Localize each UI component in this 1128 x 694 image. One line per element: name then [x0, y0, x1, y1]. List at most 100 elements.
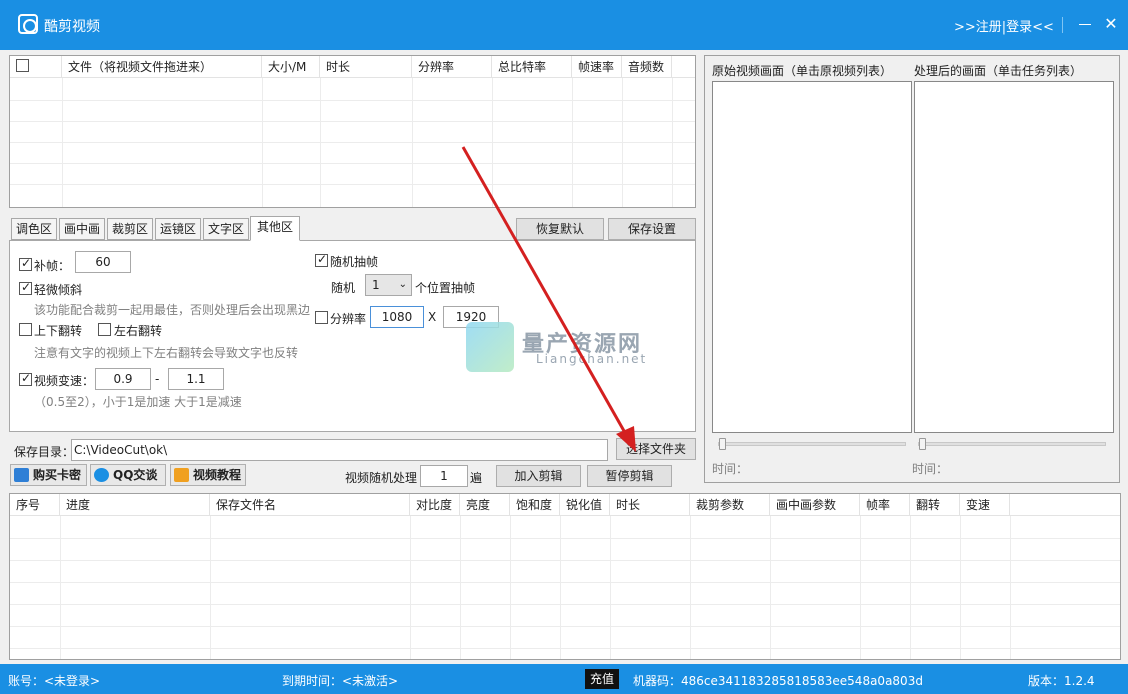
tab-pip[interactable]: 画中画 — [59, 218, 105, 240]
col-brightness[interactable]: 亮度 — [460, 494, 510, 516]
flip-horizontal-label: 左右翻转 — [114, 324, 163, 338]
tab-other[interactable]: 其他区 — [250, 216, 300, 241]
col-bitrate[interactable]: 总比特率 — [492, 56, 572, 78]
file-select-all-cell — [10, 56, 62, 78]
recharge-button[interactable]: 充值 — [585, 669, 620, 689]
col-flip[interactable]: 翻转 — [910, 494, 960, 516]
col-line — [492, 78, 493, 207]
tab-text[interactable]: 文字区 — [203, 218, 249, 240]
col-resolution[interactable]: 分辨率 — [412, 56, 492, 78]
resolution-checkbox[interactable] — [315, 311, 328, 324]
choose-folder-button[interactable]: 选择文件夹 — [616, 438, 696, 460]
fill-frame-label: 补帧： — [34, 259, 71, 273]
col-size[interactable]: 大小/M — [262, 56, 320, 78]
original-time-label: 时间： — [712, 462, 749, 476]
processed-preview[interactable] — [914, 81, 1114, 433]
row-line — [10, 648, 1120, 649]
random-process-input[interactable]: 1 — [420, 465, 468, 487]
expire-status: 到期时间：<未激活> — [282, 674, 399, 688]
original-preview[interactable] — [712, 81, 912, 433]
col-file[interactable]: 文件（将视频文件拖进来） — [62, 56, 262, 78]
col-line — [770, 516, 771, 659]
col-line — [320, 78, 321, 207]
random-drop-checkbox[interactable] — [315, 252, 328, 267]
col-progress[interactable]: 进度 — [60, 494, 210, 516]
video-tutorial-label: 视频教程 — [193, 468, 242, 482]
col-line — [410, 516, 411, 659]
col-speed[interactable]: 变速 — [960, 494, 1010, 516]
slight-tilt-label: 轻微倾斜 — [34, 283, 83, 297]
watermark-logo-icon — [466, 322, 514, 372]
save-dir-input[interactable]: C:\VideoCut\ok\ — [71, 439, 608, 461]
resolution-width-input[interactable]: 1080 — [370, 306, 424, 328]
flip-horizontal-checkbox[interactable] — [98, 323, 111, 336]
col-audio[interactable]: 音频数 — [622, 56, 672, 78]
col-line — [560, 516, 561, 659]
random-process-unit: 遍 — [470, 471, 483, 485]
speed-min-input[interactable]: 0.9 — [95, 368, 151, 390]
slight-tilt-checkbox[interactable] — [19, 280, 32, 295]
row-line — [10, 163, 695, 164]
chevron-down-icon: ⌄ — [398, 279, 407, 290]
video-tutorial-button[interactable]: 视频教程 — [170, 464, 246, 486]
app-title: 酷剪视频 — [44, 19, 100, 35]
col-framerate[interactable]: 帧率 — [860, 494, 910, 516]
minimize-button[interactable] — [1076, 12, 1094, 36]
col-line — [960, 516, 961, 659]
qq-chat-button[interactable]: QQ交谈 — [90, 464, 166, 486]
login-link[interactable]: >>注册|登录<< — [954, 16, 1054, 35]
tab-crop[interactable]: 裁剪区 — [107, 218, 153, 240]
resolution-label: 分辨率 — [330, 312, 367, 326]
task-table[interactable]: 序号 进度 保存文件名 对比度 亮度 饱和度 锐化值 时长 裁剪参数 画中画参数… — [9, 493, 1121, 660]
random-drop-suffix: 个位置抽帧 — [415, 281, 476, 295]
col-line — [62, 78, 63, 207]
col-crop-params[interactable]: 裁剪参数 — [690, 494, 770, 516]
speed-hint: （0.5至2），小于1是加速 大于1是减速 — [34, 395, 242, 409]
version-label: 版本：1.2.4 — [1028, 674, 1095, 688]
random-process-label: 视频随机处理 — [345, 471, 418, 485]
original-slider-track[interactable] — [718, 442, 906, 446]
processed-slider-track[interactable] — [918, 442, 1106, 446]
reset-defaults-button[interactable]: 恢复默认 — [516, 218, 604, 240]
watermark-subtext: Liangchan.net — [536, 352, 648, 366]
original-slider-thumb[interactable] — [719, 438, 726, 450]
col-line — [210, 516, 211, 659]
col-pip-params[interactable]: 画中画参数 — [770, 494, 860, 516]
col-contrast[interactable]: 对比度 — [410, 494, 460, 516]
file-table[interactable]: 文件（将视频文件拖进来） 大小/M 时长 分辨率 总比特率 帧速率 音频数 — [9, 55, 696, 208]
tab-camera[interactable]: 运镜区 — [155, 218, 201, 240]
app-logo-icon — [18, 14, 38, 34]
fill-frame-input[interactable]: 60 — [75, 251, 131, 273]
col-saturation[interactable]: 饱和度 — [510, 494, 560, 516]
add-clip-button[interactable]: 加入剪辑 — [496, 465, 581, 487]
col-duration[interactable]: 时长 — [610, 494, 690, 516]
qq-chat-label: QQ交谈 — [113, 468, 158, 482]
random-drop-select[interactable]: 1 ⌄ — [365, 274, 412, 296]
close-button[interactable]: ✕ — [1102, 12, 1120, 36]
speed-max-input[interactable]: 1.1 — [168, 368, 224, 390]
col-line — [910, 516, 911, 659]
speed-checkbox[interactable] — [19, 371, 32, 386]
col-duration[interactable]: 时长 — [320, 56, 412, 78]
speed-separator: - — [155, 372, 160, 386]
fill-frame-checkbox[interactable] — [19, 256, 32, 271]
col-line — [572, 78, 573, 207]
col-save-name[interactable]: 保存文件名 — [210, 494, 410, 516]
col-sharpen[interactable]: 锐化值 — [560, 494, 610, 516]
col-framerate[interactable]: 帧速率 — [572, 56, 622, 78]
processed-slider-thumb[interactable] — [919, 438, 926, 450]
select-all-checkbox[interactable] — [16, 59, 29, 72]
row-line — [10, 121, 695, 122]
flip-vertical-label: 上下翻转 — [34, 324, 83, 338]
save-settings-button[interactable]: 保存设置 — [608, 218, 696, 240]
flip-vertical-checkbox[interactable] — [19, 323, 32, 336]
task-table-header: 序号 进度 保存文件名 对比度 亮度 饱和度 锐化值 时长 裁剪参数 画中画参数… — [10, 494, 1120, 516]
cart-icon — [14, 468, 29, 482]
col-index[interactable]: 序号 — [10, 494, 60, 516]
buy-card-button[interactable]: 购买卡密 — [10, 464, 87, 486]
row-line — [10, 538, 1120, 539]
file-table-header: 文件（将视频文件拖进来） 大小/M 时长 分辨率 总比特率 帧速率 音频数 — [10, 56, 695, 78]
tab-color[interactable]: 调色区 — [11, 218, 57, 240]
row-line — [10, 184, 695, 185]
pause-clip-button[interactable]: 暂停剪辑 — [587, 465, 672, 487]
